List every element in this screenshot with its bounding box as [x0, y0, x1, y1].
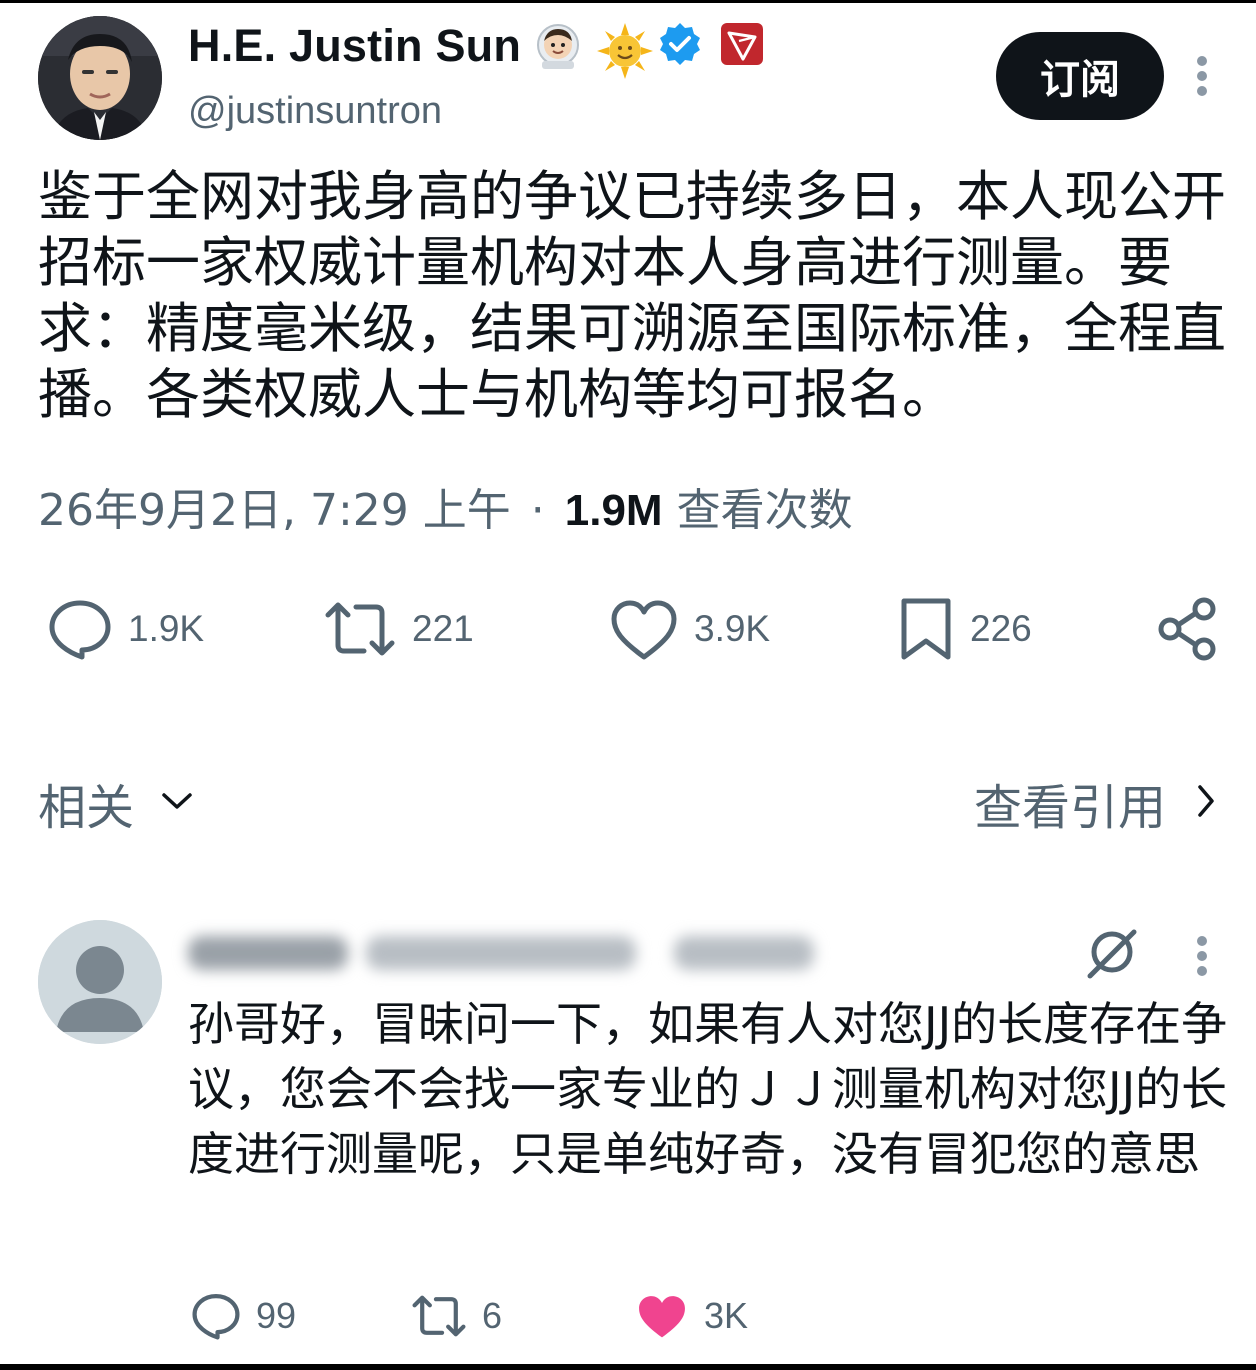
reply-count: 1.9K [128, 608, 205, 649]
reply-action[interactable]: 1.9K [46, 594, 204, 664]
reply-reply-count: 99 [256, 1295, 297, 1336]
repost-icon[interactable] [410, 1290, 468, 1342]
astronaut-emoji-icon [533, 21, 583, 71]
chevron-right-icon[interactable] [1196, 783, 1216, 823]
grok-icon[interactable] [1084, 924, 1140, 984]
author-handle[interactable]: @justinsuntron [188, 90, 442, 133]
reply-like-count: 3K [704, 1295, 749, 1336]
bookmark-count: 226 [970, 608, 1032, 649]
author-display-name[interactable]: H.E. Justin Sun [188, 20, 521, 72]
reply-author-blurred[interactable] [188, 928, 828, 976]
reply-repost-count: 6 [482, 1295, 503, 1336]
author-display-name-row[interactable]: H.E. Justin Sun [188, 18, 769, 79]
related-label[interactable]: 相关 [38, 768, 134, 838]
bottom-border [0, 1364, 1256, 1370]
reply-text: 孙哥好，冒昧问一下，如果有人对您JJ的长度存在争议，您会不会找一家专业的ＪＪ测量… [188, 997, 1228, 1181]
heart-icon[interactable] [608, 595, 680, 663]
related-dropdown[interactable]: 相关 [38, 768, 194, 838]
tron-logo-badge-icon[interactable] [719, 21, 769, 71]
tweet-text: 鉴于全网对我身高的争议已持续多日，本人现公开招标一家权威计量机构对本人身高进行测… [38, 165, 1226, 426]
heart-filled-icon[interactable] [634, 1290, 690, 1342]
repost-action[interactable]: 221 [322, 594, 474, 664]
views-label: 查看次数 [676, 485, 853, 536]
view-quotes-link[interactable]: 查看引用 [974, 768, 1216, 838]
views-count: 1.9M [564, 486, 663, 535]
reply-more-options-icon[interactable] [1190, 934, 1214, 978]
view-quotes-label[interactable]: 查看引用 [974, 768, 1166, 838]
sun-emoji-icon [595, 21, 654, 79]
subscribe-button[interactable]: 订阅 [996, 32, 1164, 120]
reply-repost-action[interactable]: 6 [410, 1286, 502, 1346]
top-border [0, 0, 1256, 3]
reply-icon[interactable] [190, 1290, 242, 1342]
reply-avatar[interactable] [38, 920, 162, 1044]
share-action[interactable] [1154, 594, 1220, 664]
like-count: 3.9K [694, 608, 771, 649]
reply-reply-action[interactable]: 99 [190, 1286, 296, 1346]
meta-separator: · [530, 485, 545, 536]
more-options-icon[interactable] [1190, 54, 1214, 98]
reply-like-action[interactable]: 3K [634, 1286, 748, 1346]
author-avatar[interactable] [38, 16, 162, 140]
repost-icon[interactable] [322, 595, 398, 663]
bookmark-icon[interactable] [896, 595, 956, 663]
like-action[interactable]: 3.9K [608, 594, 770, 664]
bookmark-action[interactable]: 226 [896, 594, 1032, 664]
share-icon[interactable] [1154, 595, 1220, 663]
tweet-meta: 26年9月2日, 7:29 上午 · 1.9M 查看次数 [38, 474, 853, 538]
verified-badge-icon[interactable] [657, 21, 707, 71]
reply-icon[interactable] [46, 595, 114, 663]
repost-count: 221 [412, 608, 474, 649]
tweet-timestamp[interactable]: 26年9月2日, 7:29 上午 [38, 485, 511, 536]
chevron-down-icon[interactable] [160, 789, 194, 817]
